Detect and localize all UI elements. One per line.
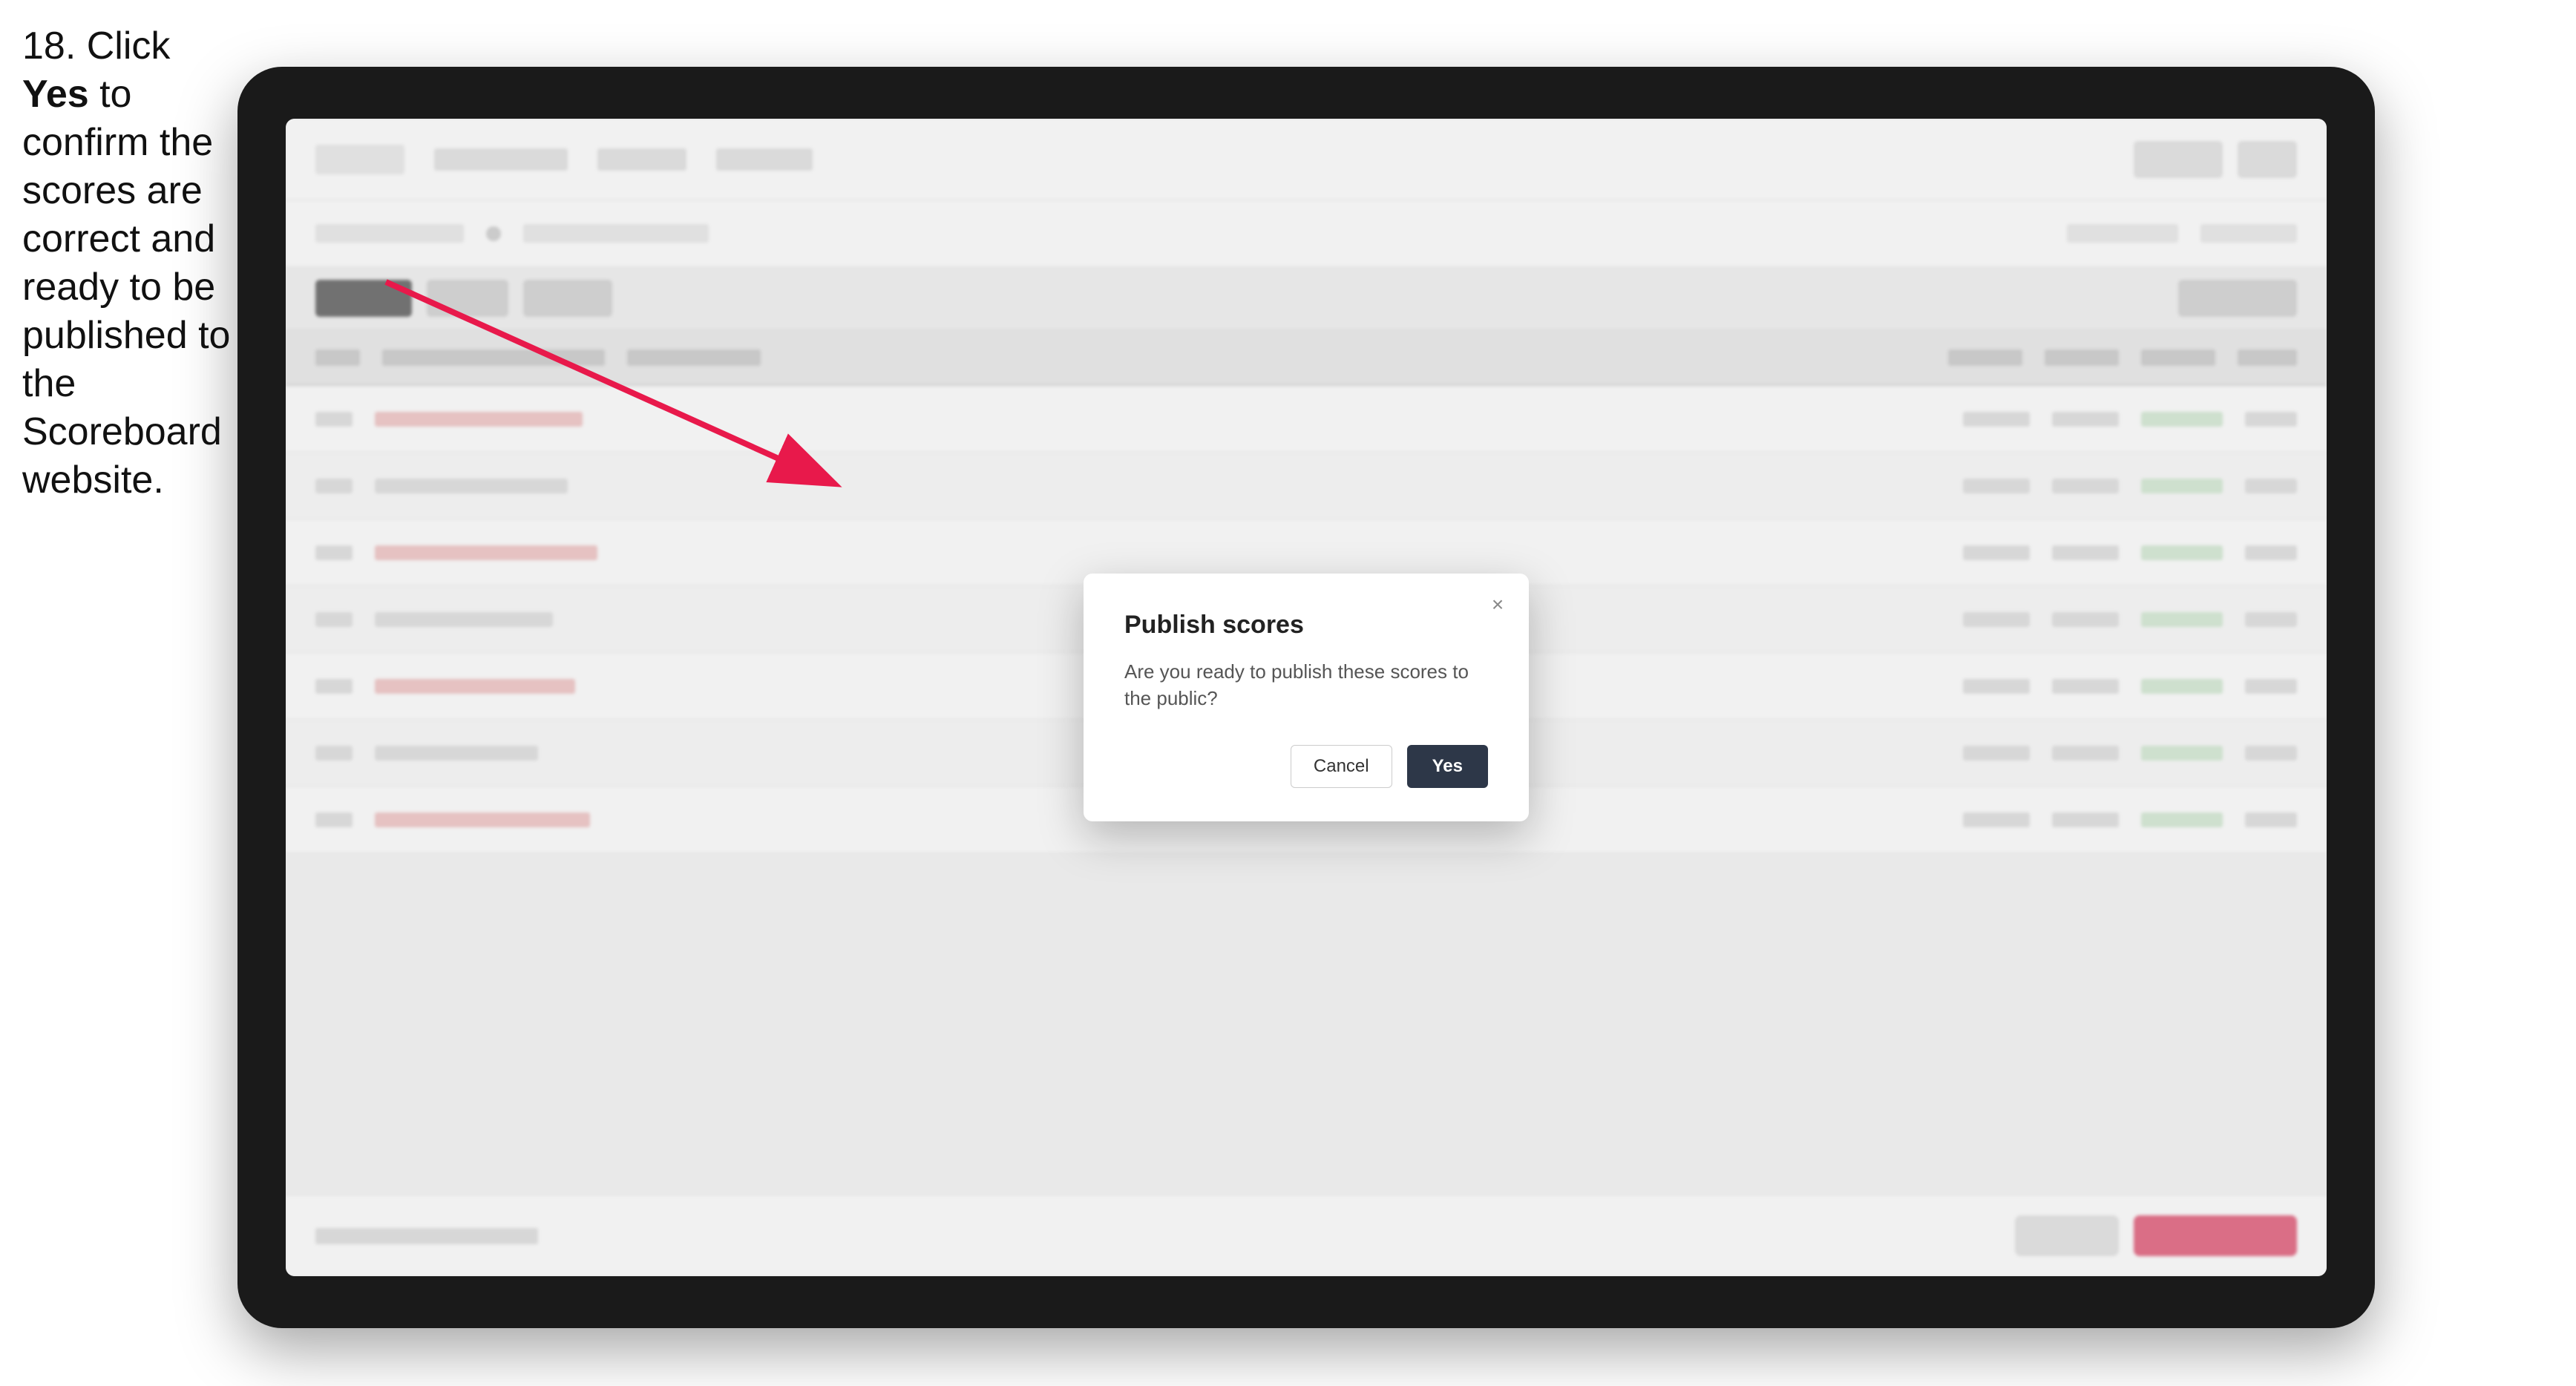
- instruction-suffix: to confirm the scores are correct and re…: [22, 73, 230, 502]
- dialog-close-button[interactable]: ×: [1483, 590, 1513, 620]
- dialog-message: Are you ready to publish these scores to…: [1124, 658, 1488, 712]
- cancel-button[interactable]: Cancel: [1291, 745, 1392, 788]
- instruction-bold: Yes: [22, 73, 89, 116]
- publish-scores-dialog: × Publish scores Are you ready to publis…: [1084, 574, 1529, 822]
- yes-button[interactable]: Yes: [1407, 745, 1488, 788]
- dialog-actions: Cancel Yes: [1124, 745, 1488, 788]
- instruction-text: 18. Click Yes to confirm the scores are …: [22, 22, 237, 505]
- instruction-prefix: Click: [87, 24, 171, 68]
- step-number: 18.: [22, 24, 76, 68]
- dialog-title: Publish scores: [1124, 611, 1488, 640]
- modal-overlay: × Publish scores Are you ready to publis…: [286, 119, 2327, 1276]
- tablet-device: × Publish scores Are you ready to publis…: [237, 67, 2375, 1328]
- tablet-screen: × Publish scores Are you ready to publis…: [286, 119, 2327, 1276]
